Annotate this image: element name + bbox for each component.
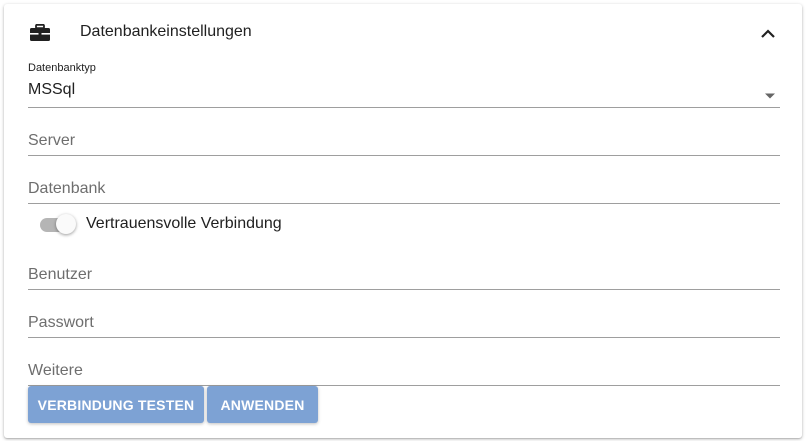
user-field[interactable]: Benutzer bbox=[28, 260, 780, 290]
more-options-field[interactable]: Weitere bbox=[28, 356, 780, 386]
apply-button[interactable]: ANWENDEN bbox=[207, 386, 318, 423]
server-underline bbox=[28, 155, 780, 156]
database-type-label: Datenbanktyp bbox=[28, 62, 96, 74]
database-type-select[interactable]: Datenbanktyp MSSql bbox=[28, 62, 780, 108]
database-type-underline bbox=[28, 107, 780, 108]
server-placeholder: Server bbox=[28, 132, 76, 149]
briefcase-icon bbox=[29, 23, 51, 42]
panel-title: Datenbankeinstellungen bbox=[80, 23, 252, 40]
database-settings-panel: Datenbankeinstellungen Datenbanktyp MSSq… bbox=[4, 4, 802, 438]
server-field[interactable]: Server bbox=[28, 126, 780, 156]
toggle-thumb[interactable] bbox=[56, 214, 76, 234]
more-options-placeholder: Weitere bbox=[28, 362, 83, 379]
database-underline bbox=[28, 203, 780, 204]
trusted-connection-label: Vertrauensvolle Verbindung bbox=[86, 215, 282, 232]
database-type-value: MSSql bbox=[28, 81, 76, 98]
user-underline bbox=[28, 289, 780, 290]
database-field[interactable]: Datenbank bbox=[28, 174, 780, 204]
password-placeholder: Passwort bbox=[28, 314, 94, 331]
dropdown-arrow-icon[interactable] bbox=[764, 87, 776, 99]
test-connection-button[interactable]: VERBINDUNG TESTEN bbox=[28, 386, 204, 423]
user-placeholder: Benutzer bbox=[28, 266, 93, 283]
password-field[interactable]: Passwort bbox=[28, 308, 780, 338]
chevron-up-icon[interactable] bbox=[758, 24, 778, 44]
database-placeholder: Datenbank bbox=[28, 180, 106, 197]
password-underline bbox=[28, 337, 780, 338]
trusted-connection-toggle[interactable]: Vertrauensvolle Verbindung bbox=[40, 214, 440, 238]
panel-header[interactable]: Datenbankeinstellungen bbox=[4, 4, 802, 60]
